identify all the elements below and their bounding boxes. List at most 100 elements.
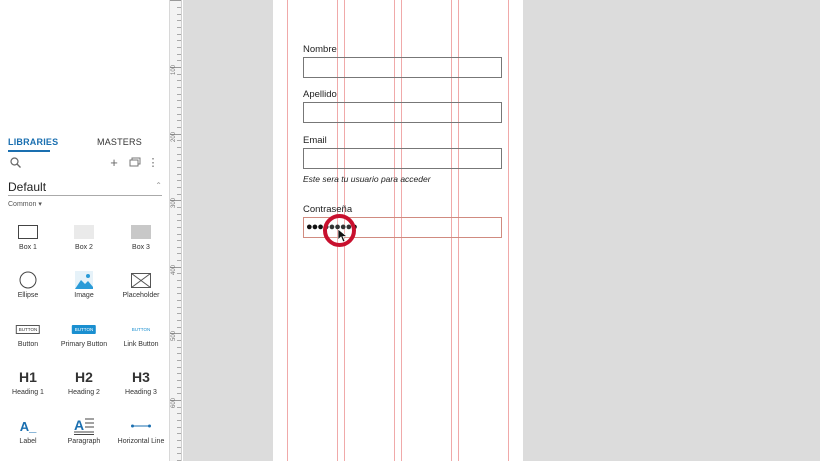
panel-tabs: LIBRARIES MASTERS [0,134,170,152]
button-thumb-text: BUTTON [15,324,41,334]
ruler-tick [177,347,181,348]
paragraph-thumb-text: A [74,417,84,433]
ruler-tick [177,427,181,428]
ruler-tick [177,373,181,374]
ruler-tick [177,253,181,254]
vertical-ruler: 100 200 300 400 500 600 [170,0,182,461]
ruler-label: 600 [171,397,177,408]
widget-label: Ellipse [17,292,39,299]
search-icon[interactable] [8,155,22,169]
chevron-updown-icon: ⌃ [155,181,162,190]
more-options-icon[interactable]: ⋮ [148,155,159,169]
ruler-tick [177,420,181,421]
widget-horizontal-line[interactable]: Horizontal Line [113,416,169,456]
widget-label: Placeholder [122,292,160,299]
widget-label: Box 2 [75,244,93,251]
ruler-tick [177,60,181,61]
widget-heading-1[interactable]: H1 Heading 1 [0,367,56,407]
artboard[interactable]: Nombre Apellido Email Este sera tu usuar… [273,0,523,461]
library-select[interactable]: Default ⌃ [8,180,162,196]
widget-button[interactable]: BUTTON Button [0,319,56,359]
widget-link-button[interactable]: BUTTON Link Button [113,319,169,359]
ruler-label: 200 [171,131,177,142]
ruler-tick [177,7,181,8]
ruler-label: 100 [171,64,177,75]
category-dropdown[interactable]: Common ▾ [8,200,42,208]
ruler-tick [177,14,181,15]
column-guide [508,0,509,461]
ruler-tick [177,293,181,294]
ruler-tick [177,433,181,434]
widget-paragraph[interactable]: A Paragraph [56,416,112,456]
widget-box-2[interactable]: Box 2 [56,222,112,262]
ruler-tick [177,280,181,281]
widget-label[interactable]: A_ Label [0,416,56,456]
widget-label: Box 1 [19,244,37,251]
widget-label: Heading 2 [68,389,100,396]
ruler-tick [177,207,181,208]
primary-button-thumb-text: BUTTON [71,324,97,334]
widget-box-1[interactable]: Box 1 [0,222,56,262]
widget-label: Primary Button [60,341,108,348]
box-light-gray-icon [74,222,94,242]
apellido-label: Apellido [303,89,337,100]
widget-label: Horizontal Line [117,438,165,445]
import-library-icon[interactable] [128,155,142,169]
tab-masters[interactable]: MASTERS [97,137,142,147]
widget-label: Box 3 [132,244,150,251]
widget-label: Heading 3 [125,389,157,396]
ruler-label: 400 [171,264,177,275]
ruler-tick [177,20,181,21]
ruler-tick [177,447,181,448]
ruler-tick [177,107,181,108]
ruler-tick [177,234,181,235]
ruler-tick [177,74,181,75]
widget-label: Label [19,438,37,445]
widget-label: Image [74,292,94,299]
ruler-tick [177,140,181,141]
ruler-tick [177,187,181,188]
widget-heading-2[interactable]: H2 Heading 2 [56,367,112,407]
ruler-label: 300 [171,197,177,208]
nombre-field[interactable] [303,57,502,78]
heading3-icon: H3 [132,367,150,387]
ruler-label: 500 [171,330,177,341]
horizontal-line-icon [131,416,151,436]
library-toolbar: + ⋮ [0,155,170,171]
image-icon [75,270,93,290]
ruler-tick [177,154,181,155]
ruler-tick [177,167,181,168]
widget-ellipse[interactable]: Ellipse [0,270,56,310]
email-field[interactable] [303,148,502,169]
ruler-tick [177,273,181,274]
ruler-tick [177,367,181,368]
ruler-tick [177,40,181,41]
widget-heading-3[interactable]: H3 Heading 3 [113,367,169,407]
ruler-tick [177,100,181,101]
tab-libraries[interactable]: LIBRARIES [8,137,58,147]
password-label: Contraseña [303,204,353,215]
ruler-tick [177,407,181,408]
ruler-tick [177,87,181,88]
widget-placeholder[interactable]: Placeholder [113,270,169,310]
nombre-label: Nombre [303,44,337,55]
ruler-tick [177,327,181,328]
heading2-thumb-text: H2 [75,369,93,385]
ruler-tick [177,147,181,148]
ruler-tick [177,307,181,308]
ruler-tick [177,440,181,441]
widget-box-3[interactable]: Box 3 [113,222,169,262]
apellido-field[interactable] [303,102,502,123]
paragraph-icon: A [74,416,94,436]
add-library-icon[interactable]: + [108,155,120,170]
box-gray-icon [131,222,151,242]
widget-primary-button[interactable]: BUTTON Primary Button [56,319,112,359]
design-canvas[interactable]: Nombre Apellido Email Este sera tu usuar… [183,0,820,461]
widget-image[interactable]: Image [56,270,112,310]
ruler-tick [177,360,181,361]
ruler-tick [177,453,181,454]
ruler-tick [177,34,181,35]
ruler-tick [177,180,181,181]
ruler-tick [177,160,181,161]
box-outline-icon [18,222,38,242]
